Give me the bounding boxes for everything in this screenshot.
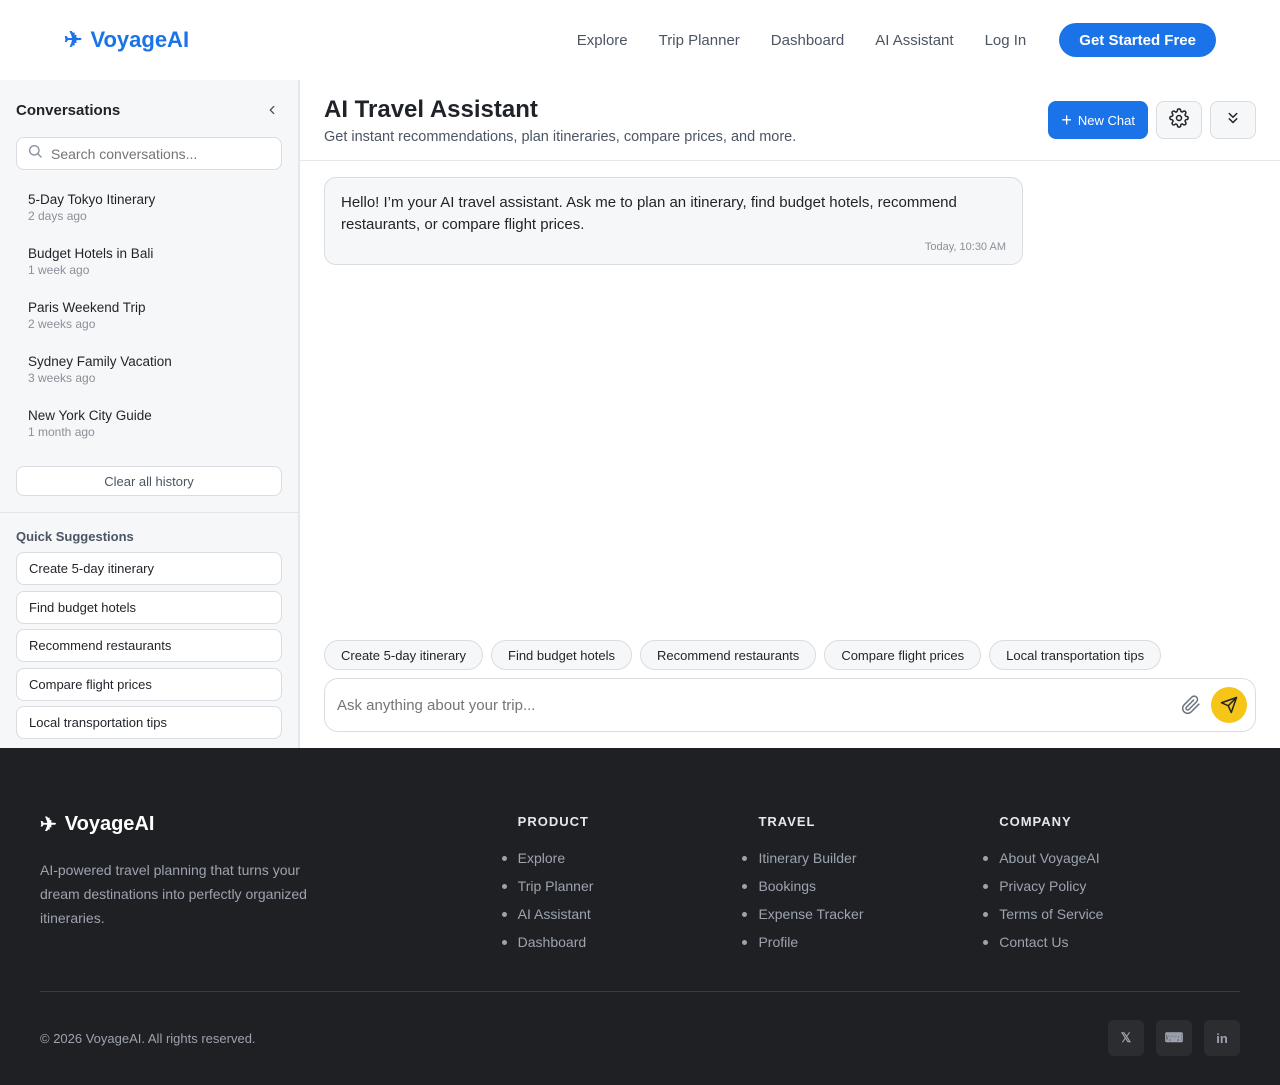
quick-suggestions-panel: Quick Suggestions Create 5-day itinerary… (0, 513, 298, 761)
footer-brand: ✈ VoyageAI AI-powered travel planning th… (40, 812, 518, 991)
conversation-time: 2 weeks ago (28, 317, 96, 331)
footer-link[interactable]: Expense Tracker (742, 900, 999, 928)
search-conversations-input[interactable] (51, 145, 271, 162)
brand-logo[interactable]: ✈ VoyageAI (64, 27, 189, 53)
x-icon[interactable]: 𝕏 (1108, 1020, 1144, 1056)
footer-link[interactable]: Contact Us (983, 928, 1240, 956)
conversation-time: 3 weeks ago (28, 371, 96, 385)
footer-column-travel: TRAVEL Itinerary Builder Bookings Expens… (742, 812, 999, 991)
chip-hotels[interactable]: Find budget hotels (491, 640, 632, 670)
gear-icon (1169, 107, 1189, 133)
chat-header: AI Travel Assistant Get instant recommen… (300, 80, 1280, 161)
suggestion-chips: Create 5-day itinerary Find budget hotel… (300, 640, 1280, 670)
conversation-time: 2 days ago (28, 209, 87, 223)
chat-actions: + New Chat (1048, 101, 1256, 139)
suggestion-restaurants[interactable]: Recommend restaurants (16, 629, 282, 662)
new-chat-button[interactable]: + New Chat (1048, 101, 1148, 139)
chip-itinerary[interactable]: Create 5-day itinerary (324, 640, 483, 670)
conversation-time: 1 month ago (28, 425, 95, 439)
conversation-time: 1 week ago (28, 263, 90, 277)
conversation-item[interactable]: Paris Weekend Trip 2 weeks ago (16, 291, 282, 345)
send-icon (1220, 696, 1238, 714)
linkedin-icon[interactable]: in (1204, 1020, 1240, 1056)
footer-column-company: COMPANY About VoyageAI Privacy Policy Te… (983, 812, 1240, 991)
conversation-list: 5-Day Tokyo Itinerary 2 days ago Budget … (16, 183, 282, 453)
search-icon (27, 143, 43, 164)
plus-icon: + (1061, 110, 1072, 130)
nav-log-in[interactable]: Log In (985, 32, 1027, 49)
conversation-title: Sydney Family Vacation (28, 354, 172, 369)
message-text: Hello! I’m your AI travel assistant. Ask… (341, 194, 957, 233)
paperclip-icon[interactable] (1177, 691, 1205, 719)
nav-ai-assistant[interactable]: AI Assistant (875, 32, 953, 49)
social-links: 𝕏 ⌨ in (1108, 1020, 1240, 1056)
conversations-panel: Conversations 5-Day Tokyo Itinerary 2 da… (0, 80, 298, 513)
nav-dashboard[interactable]: Dashboard (771, 32, 844, 49)
footer-link[interactable]: AI Assistant (501, 900, 759, 928)
search-box (16, 137, 282, 170)
footer-heading: TRAVEL (758, 814, 816, 829)
conversation-title: Budget Hotels in Bali (28, 246, 154, 261)
settings-button[interactable] (1156, 101, 1202, 139)
footer-link[interactable]: Trip Planner (501, 872, 759, 900)
get-started-button[interactable]: Get Started Free (1059, 23, 1216, 57)
chip-flights[interactable]: Compare flight prices (824, 640, 982, 670)
assistant-message: Hello! I’m your AI travel assistant. Ask… (324, 177, 1023, 265)
footer-link[interactable]: Explore (501, 844, 759, 872)
footer-heading: COMPANY (999, 814, 1072, 829)
message-input[interactable] (337, 696, 1177, 714)
suggestion-flights[interactable]: Compare flight prices (16, 667, 282, 701)
copyright: © 2026 VoyageAI. All rights reserved. (40, 1030, 256, 1046)
conversation-item[interactable]: Sydney Family Vacation 3 weeks ago (16, 345, 282, 399)
conversations-title: Conversations (16, 101, 121, 119)
message-list: Hello! I’m your AI travel assistant. Ask… (300, 161, 1280, 640)
collapse-button[interactable] (1210, 101, 1256, 139)
plane-icon: ✈ (64, 27, 83, 52)
suggestion-transportation[interactable]: Local transportation tips (16, 706, 282, 739)
new-chat-label: New Chat (1077, 112, 1135, 128)
chat-main: AI Travel Assistant Get instant recommen… (300, 80, 1280, 748)
footer-link[interactable]: About VoyageAI (983, 844, 1240, 872)
footer-link[interactable]: Dashboard (501, 928, 759, 956)
main-nav: Explore Trip Planner Dashboard AI Assist… (577, 23, 1216, 57)
send-button[interactable] (1211, 687, 1247, 723)
conversation-item[interactable]: New York City Guide 1 month ago (16, 399, 282, 453)
footer-brand-name: VoyageAI (64, 813, 155, 835)
sidebar: Conversations 5-Day Tokyo Itinerary 2 da… (0, 80, 300, 748)
footer-link[interactable]: Privacy Policy (983, 872, 1240, 900)
quick-suggestions-title: Quick Suggestions (16, 529, 134, 544)
chevron-left-icon[interactable] (262, 100, 282, 120)
top-navbar: ✈ VoyageAI Explore Trip Planner Dashboar… (0, 0, 1280, 80)
footer-column-product: PRODUCT Explore Trip Planner AI Assistan… (501, 812, 759, 991)
chip-restaurants[interactable]: Recommend restaurants (639, 640, 817, 670)
suggestion-hotels[interactable]: Find budget hotels (16, 590, 282, 624)
conversation-item[interactable]: Budget Hotels in Bali 1 week ago (16, 237, 282, 291)
app-area: Conversations 5-Day Tokyo Itinerary 2 da… (0, 80, 1280, 748)
footer-link[interactable]: Profile (742, 928, 999, 956)
conversation-title: 5-Day Tokyo Itinerary (28, 192, 156, 207)
site-footer: ✈ VoyageAI AI-powered travel planning th… (0, 748, 1280, 1085)
conversation-title: New York City Guide (28, 408, 152, 423)
nav-explore[interactable]: Explore (577, 32, 628, 49)
conversation-title: Paris Weekend Trip (28, 300, 146, 315)
github-icon[interactable]: ⌨ (1156, 1020, 1192, 1056)
chip-transportation[interactable]: Local transportation tips (989, 640, 1162, 670)
brand-name: VoyageAI (90, 27, 190, 52)
footer-link[interactable]: Terms of Service (983, 900, 1240, 928)
conversation-item[interactable]: 5-Day Tokyo Itinerary 2 days ago (16, 183, 282, 237)
nav-trip-planner[interactable]: Trip Planner (659, 32, 740, 49)
chevrons-down-icon (1224, 109, 1242, 132)
message-composer (324, 678, 1256, 732)
plane-icon: ✈ (40, 814, 57, 836)
clear-history-button[interactable]: Clear all history (16, 466, 282, 496)
page-subtitle: Get instant recommendations, plan itiner… (324, 129, 797, 145)
page-title: AI Travel Assistant (324, 96, 538, 123)
suggestion-itinerary[interactable]: Create 5-day itinerary (16, 552, 282, 585)
footer-heading: PRODUCT (517, 814, 589, 829)
footer-logo[interactable]: ✈ VoyageAI (40, 812, 518, 837)
footer-link[interactable]: Itinerary Builder (742, 844, 999, 872)
footer-description: AI-powered travel planning that turns yo… (40, 862, 307, 926)
footer-link[interactable]: Bookings (742, 872, 999, 900)
message-timestamp: Today, 10:30 AM (924, 241, 1006, 253)
